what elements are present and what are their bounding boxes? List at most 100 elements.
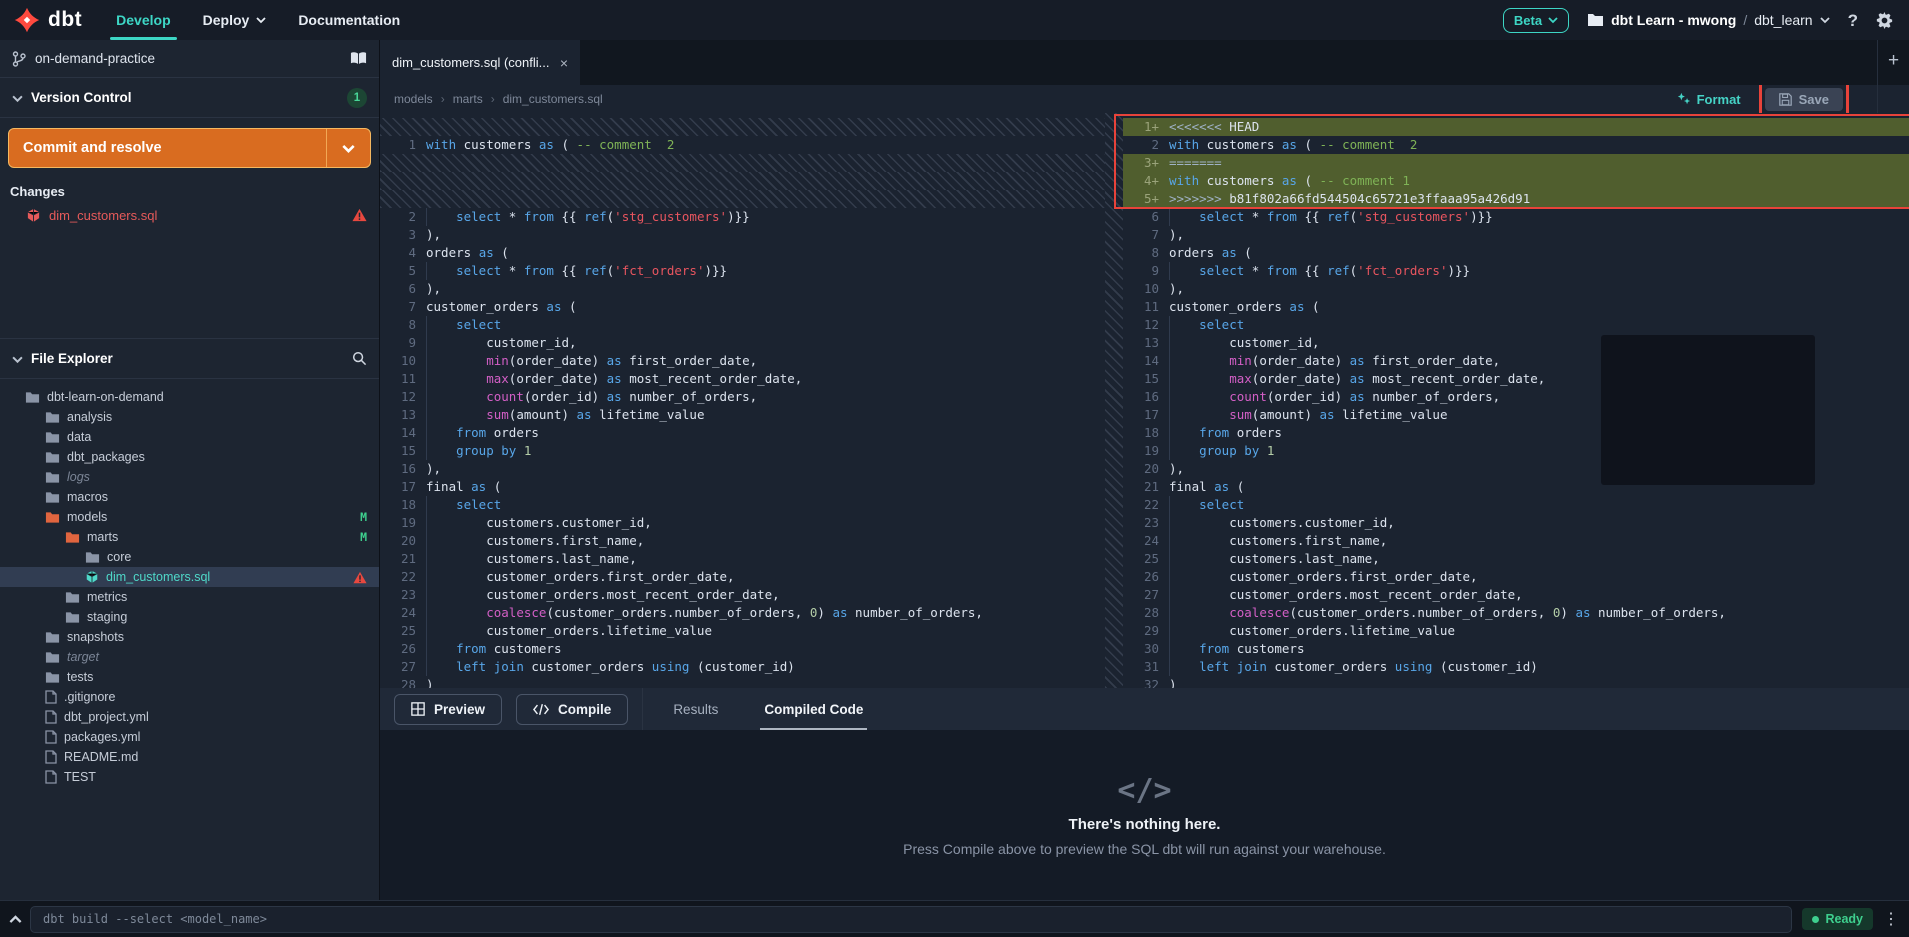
code-line[interactable]: 8orders as (: [1123, 244, 1909, 262]
code-line[interactable]: 22 select: [1123, 496, 1909, 514]
code-line[interactable]: 20 customers.first_name,: [380, 532, 1105, 550]
tree-item-tests[interactable]: tests: [0, 667, 379, 687]
code-line[interactable]: 19 customers.customer_id,: [380, 514, 1105, 532]
diff-editor[interactable]: 1with customers as ( -- comment 2 2 selec…: [380, 113, 1909, 688]
tab-compiled-code[interactable]: Compiled Code: [748, 688, 879, 730]
help-icon[interactable]: ?: [1848, 12, 1858, 29]
beta-dropdown[interactable]: Beta: [1503, 8, 1569, 33]
code-line[interactable]: 27 left join customer_orders using (cust…: [380, 658, 1105, 676]
code-line[interactable]: 7customer_orders as (: [380, 298, 1105, 316]
code-line[interactable]: 3+=======: [1123, 154, 1909, 172]
compile-button[interactable]: Compile: [516, 694, 628, 725]
code-line[interactable]: 7),: [1123, 226, 1909, 244]
tree-item-dbt-packages[interactable]: dbt_packages: [0, 447, 379, 467]
code-line[interactable]: 14 from orders: [380, 424, 1105, 442]
code-line[interactable]: 4+with customers as ( -- comment 1: [1123, 172, 1909, 190]
tree-item-core[interactable]: core: [0, 547, 379, 567]
tree-item-dbt-project-yml[interactable]: dbt_project.yml: [0, 707, 379, 727]
tab-dim-customers[interactable]: dim_customers.sql (confli... ×: [380, 40, 580, 85]
code-line[interactable]: 29 customer_orders.lifetime_value: [1123, 622, 1909, 640]
tree-item-analysis[interactable]: analysis: [0, 407, 379, 427]
code-line[interactable]: 27 customer_orders.most_recent_order_dat…: [1123, 586, 1909, 604]
tree-item-snapshots[interactable]: snapshots: [0, 627, 379, 647]
diff-pane-current[interactable]: 1with customers as ( -- comment 2 2 selec…: [380, 113, 1105, 688]
code-line[interactable]: 30 from customers: [1123, 640, 1909, 658]
tree-item-marts[interactable]: martsM: [0, 527, 379, 547]
code-line[interactable]: 6 select * from {{ ref('stg_customers')}…: [1123, 208, 1909, 226]
format-button[interactable]: Format: [1677, 92, 1741, 107]
code-line[interactable]: 8 select: [380, 316, 1105, 334]
gear-icon[interactable]: [1876, 12, 1893, 29]
changed-file-dim-customers[interactable]: dim_customers.sql: [0, 203, 379, 227]
code-line[interactable]: 1with customers as ( -- comment 2: [380, 136, 1105, 154]
code-line[interactable]: 1+<<<<<<< HEAD: [1123, 118, 1909, 136]
code-line[interactable]: 12 count(order_id) as number_of_orders,: [380, 388, 1105, 406]
git-branch-row[interactable]: on-demand-practice: [0, 40, 379, 78]
tree-item-readme-md[interactable]: README.md: [0, 747, 379, 767]
code-line[interactable]: 25 customer_orders.lifetime_value: [380, 622, 1105, 640]
dbt-logo[interactable]: dbt: [0, 7, 100, 33]
code-line[interactable]: 32): [1123, 676, 1909, 688]
code-line[interactable]: 17final as (: [380, 478, 1105, 496]
code-line[interactable]: 5+>>>>>>> b81f802a66fd544504c65721e3ffaa…: [1123, 190, 1909, 208]
command-input[interactable]: dbt build --select <model_name>: [30, 906, 1792, 933]
file-explorer-header[interactable]: File Explorer: [0, 339, 379, 379]
tree-item-logs[interactable]: logs: [0, 467, 379, 487]
code-line[interactable]: 9 customer_id,: [380, 334, 1105, 352]
chevron-up-icon[interactable]: [0, 915, 30, 924]
code-line[interactable]: 25 customers.last_name,: [1123, 550, 1909, 568]
code-line[interactable]: 28 coalesce(customer_orders.number_of_or…: [1123, 604, 1909, 622]
commit-and-resolve-button[interactable]: Commit and resolve: [8, 128, 371, 168]
commit-options-caret[interactable]: [326, 129, 370, 167]
code-line[interactable]: 22 customer_orders.first_order_date,: [380, 568, 1105, 586]
nav-develop[interactable]: Develop: [100, 0, 186, 40]
code-line[interactable]: 26 from customers: [380, 640, 1105, 658]
tree-item-test[interactable]: TEST: [0, 767, 379, 787]
preview-button[interactable]: Preview: [394, 694, 502, 725]
code-line[interactable]: 11customer_orders as (: [1123, 298, 1909, 316]
close-icon[interactable]: ×: [560, 55, 568, 71]
tree-item-dim-customers-sql[interactable]: dim_customers.sql: [0, 567, 379, 587]
tree-item-macros[interactable]: macros: [0, 487, 379, 507]
tab-results[interactable]: Results: [657, 688, 734, 730]
nav-deploy[interactable]: Deploy: [187, 0, 283, 40]
code-line[interactable]: 12 select: [1123, 316, 1909, 334]
code-line[interactable]: 11 max(order_date) as most_recent_order_…: [380, 370, 1105, 388]
code-line[interactable]: 15 group by 1: [380, 442, 1105, 460]
version-control-header[interactable]: Version Control 1: [0, 78, 379, 118]
docs-book-icon[interactable]: [350, 51, 367, 66]
breadcrumb-file[interactable]: dim_customers.sql: [503, 92, 603, 106]
nav-documentation[interactable]: Documentation: [282, 0, 416, 40]
code-line[interactable]: 24 customers.first_name,: [1123, 532, 1909, 550]
tree-item-staging[interactable]: staging: [0, 607, 379, 627]
tree-item-data[interactable]: data: [0, 427, 379, 447]
code-line[interactable]: 10 min(order_date) as first_order_date,: [380, 352, 1105, 370]
code-line[interactable]: 18 select: [380, 496, 1105, 514]
code-line[interactable]: 23 customers.customer_id,: [1123, 514, 1909, 532]
code-line[interactable]: 4orders as (: [380, 244, 1105, 262]
breadcrumb-models[interactable]: models: [394, 92, 433, 106]
save-button[interactable]: Save: [1765, 88, 1843, 111]
code-line[interactable]: 31 left join customer_orders using (cust…: [1123, 658, 1909, 676]
code-line[interactable]: 9 select * from {{ ref('fct_orders')}}: [1123, 262, 1909, 280]
tree-item-dbt-learn-on-demand[interactable]: dbt-learn-on-demand: [0, 387, 379, 407]
code-line[interactable]: 2with customers as ( -- comment 2: [1123, 136, 1909, 154]
code-line[interactable]: 5 select * from {{ ref('fct_orders')}}: [380, 262, 1105, 280]
code-line[interactable]: 6),: [380, 280, 1105, 298]
account-selector[interactable]: dbt Learn - mwong / dbt_learn: [1587, 12, 1830, 28]
code-line[interactable]: 28): [380, 676, 1105, 688]
tree-item--gitignore[interactable]: .gitignore: [0, 687, 379, 707]
breadcrumb-marts[interactable]: marts: [453, 92, 483, 106]
search-icon[interactable]: [352, 351, 367, 366]
code-line[interactable]: 13 sum(amount) as lifetime_value: [380, 406, 1105, 424]
code-line[interactable]: 21 customers.last_name,: [380, 550, 1105, 568]
kebab-menu-icon[interactable]: ⋮: [1883, 909, 1909, 929]
code-line[interactable]: 23 customer_orders.most_recent_order_dat…: [380, 586, 1105, 604]
tree-item-metrics[interactable]: metrics: [0, 587, 379, 607]
code-line[interactable]: 2 select * from {{ ref('stg_customers')}…: [380, 208, 1105, 226]
tree-item-target[interactable]: target: [0, 647, 379, 667]
code-line[interactable]: 10),: [1123, 280, 1909, 298]
code-line[interactable]: 16),: [380, 460, 1105, 478]
tree-item-packages-yml[interactable]: packages.yml: [0, 727, 379, 747]
code-line[interactable]: 24 coalesce(customer_orders.number_of_or…: [380, 604, 1105, 622]
